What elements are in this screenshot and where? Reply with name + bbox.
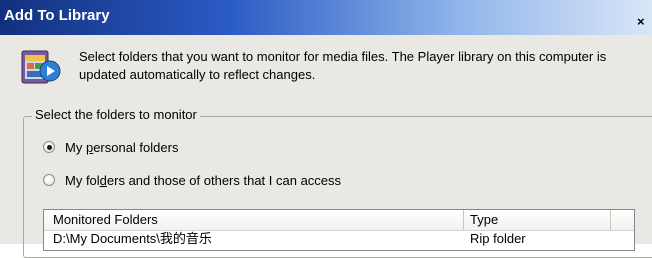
radio-button[interactable] bbox=[43, 174, 55, 186]
radio-shared-folders[interactable]: My folders and those of others that I ca… bbox=[43, 171, 341, 189]
radio-button[interactable] bbox=[43, 141, 55, 153]
radio-selected-dot bbox=[46, 144, 52, 150]
monitored-folders-list[interactable]: Monitored Folders Type D:\My Documents\我… bbox=[43, 209, 635, 251]
window-title: Add To Library bbox=[4, 7, 110, 24]
group-legend: Select the folders to monitor bbox=[32, 107, 200, 123]
row-folder-path[interactable]: D:\My Documents\我的音乐 bbox=[53, 231, 212, 247]
description-text: Select folders that you want to monitor … bbox=[79, 49, 607, 82]
radio-label[interactable]: My personal folders bbox=[65, 140, 178, 155]
radio-personal-folders[interactable]: My personal folders bbox=[43, 138, 178, 156]
title-bar[interactable]: Add To Library × bbox=[0, 0, 652, 35]
list-header: Monitored Folders Type bbox=[44, 210, 634, 231]
radio-label[interactable]: My folders and those of others that I ca… bbox=[65, 173, 341, 188]
close-icon[interactable]: × bbox=[637, 12, 652, 32]
media-library-icon bbox=[21, 50, 61, 84]
row-folder-type[interactable]: Rip folder bbox=[470, 231, 526, 247]
column-header-folders[interactable]: Monitored Folders bbox=[53, 212, 158, 228]
column-header-type[interactable]: Type bbox=[470, 212, 498, 228]
column-separator[interactable] bbox=[610, 210, 611, 230]
column-separator[interactable] bbox=[463, 210, 464, 230]
